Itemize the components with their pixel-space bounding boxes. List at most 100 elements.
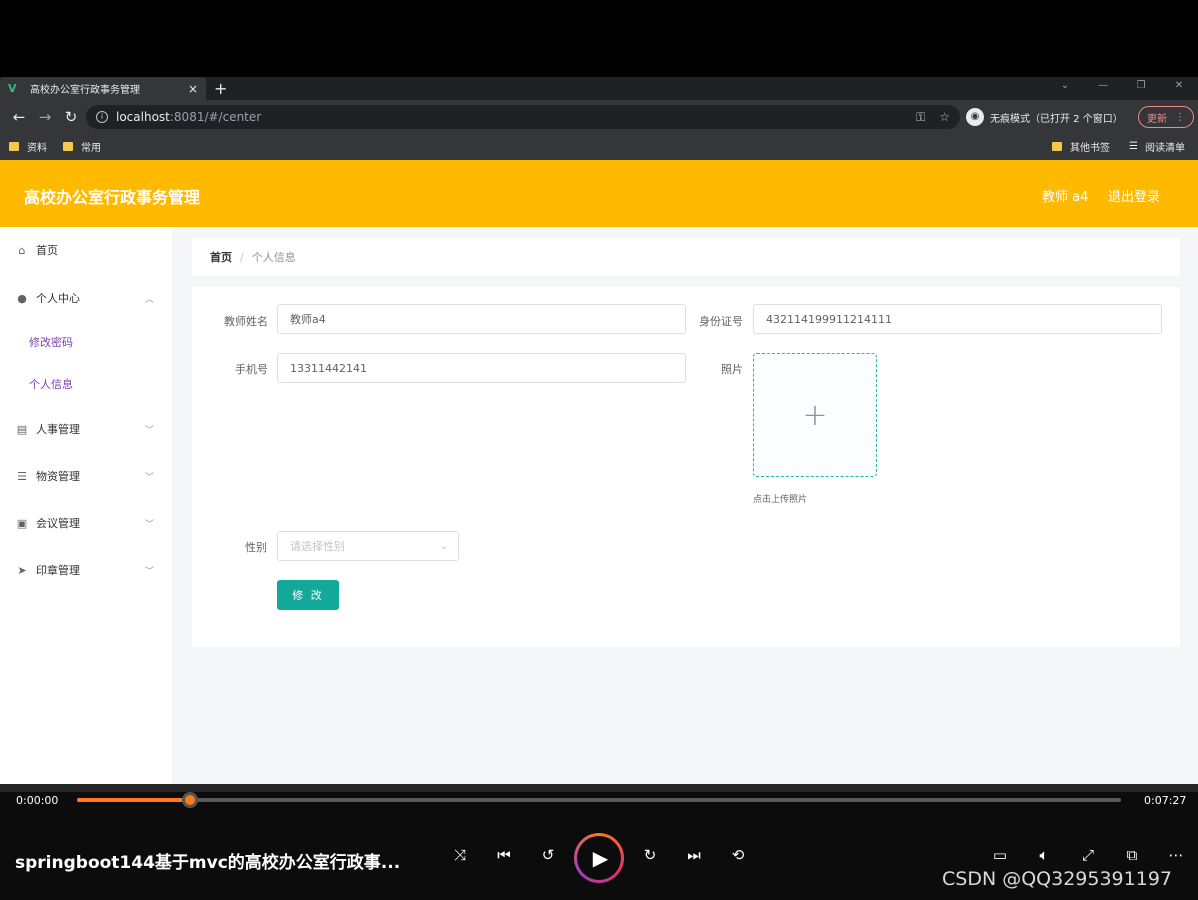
more-options-icon[interactable]: ⋯ bbox=[1164, 846, 1188, 864]
shuffle-icon[interactable]: ⤨ bbox=[448, 846, 472, 864]
web-app: 高校办公室行政事务管理 教师 a4 退出登录 ⌂ 首页 ● 个人中心 ︿ 修改密… bbox=[0, 160, 1198, 784]
send-icon: ➤ bbox=[17, 563, 27, 577]
player-divider bbox=[0, 784, 1198, 792]
sidebar-item-label: 物资管理 bbox=[36, 470, 80, 483]
reading-list[interactable]: ☰ 阅读清单 bbox=[1129, 139, 1185, 154]
chevron-up-icon: ︿ bbox=[144, 294, 154, 305]
app-title: 高校办公室行政事务管理 bbox=[24, 188, 201, 207]
current-time: 0:00:00 bbox=[16, 794, 59, 807]
home-icon: ⌂ bbox=[18, 243, 26, 257]
close-window-icon[interactable]: ✕ bbox=[1160, 77, 1198, 97]
gender-select[interactable]: 请选择性别 ⌄ bbox=[277, 531, 459, 561]
subtitles-icon[interactable]: ▭ bbox=[988, 846, 1012, 864]
chevron-down-icon: ﹀ bbox=[144, 472, 154, 483]
seek-bar-progress bbox=[77, 798, 190, 802]
app-header: 高校办公室行政事务管理 教师 a4 退出登录 bbox=[0, 160, 1198, 227]
reload-icon[interactable]: ↻ bbox=[58, 108, 84, 126]
sidebar-item-label: 人事管理 bbox=[36, 423, 80, 436]
repeat-off-icon[interactable]: ⟲ bbox=[726, 846, 750, 864]
incognito-label: 无痕模式（已打开 2 个窗口） bbox=[990, 113, 1123, 125]
name-label: 教师姓名 bbox=[224, 315, 268, 328]
incognito-indicator[interactable]: ◉ 无痕模式（已打开 2 个窗口） bbox=[966, 106, 1123, 128]
back-icon[interactable]: ← bbox=[6, 108, 32, 126]
sidebar-item-personal-center[interactable]: ● 个人中心 ︿ bbox=[0, 275, 172, 321]
sidebar: ⌂ 首页 ● 个人中心 ︿ 修改密码 个人信息 ▤ 人事管理 ﹀ ☰ 物资管理 … bbox=[0, 227, 172, 784]
folder-icon bbox=[1052, 142, 1062, 151]
breadcrumb: 首页 / 个人信息 bbox=[192, 238, 1180, 276]
clipboard-icon: ▤ bbox=[16, 422, 28, 436]
bookmark-star-icon[interactable]: ☆ bbox=[939, 110, 950, 125]
browser-tab[interactable]: V 高校办公室行政事务管理 × bbox=[0, 77, 206, 100]
sidebar-item-home[interactable]: ⌂ 首页 bbox=[0, 227, 172, 273]
seek-bar[interactable] bbox=[77, 792, 1121, 808]
new-tab-button[interactable]: + bbox=[214, 79, 227, 98]
user-icon: ● bbox=[17, 291, 27, 305]
folder-icon bbox=[63, 142, 73, 151]
submit-button[interactable]: 修 改 bbox=[277, 580, 339, 610]
photo-upload-hint: 点击上传照片 bbox=[753, 495, 808, 505]
chevron-down-icon: ⌄ bbox=[439, 540, 448, 552]
rewind-10-icon[interactable]: ↺ bbox=[536, 846, 560, 864]
bookmarks-bar: 资料 常用 其他书签 ☰ 阅读清单 bbox=[0, 134, 1198, 160]
tab-title: 高校办公室行政事务管理 bbox=[30, 85, 140, 96]
more-menu-icon: ⋮ bbox=[1175, 111, 1185, 123]
play-icon: ▶ bbox=[577, 836, 621, 880]
folder-icon bbox=[9, 142, 19, 151]
sidebar-item-materials[interactable]: ☰ 物资管理 ﹀ bbox=[0, 453, 172, 499]
sidebar-item-meetings[interactable]: ▣ 会议管理 ﹀ bbox=[0, 500, 172, 546]
chevron-down-icon: ﹀ bbox=[144, 425, 154, 436]
previous-icon[interactable]: ⏮ bbox=[492, 846, 516, 864]
total-time: 0:07:27 bbox=[1144, 794, 1187, 807]
phone-input[interactable]: 13311442141 bbox=[277, 353, 686, 383]
chevron-down-icon: ﹀ bbox=[144, 566, 154, 577]
reading-list-icon: ☰ bbox=[1129, 141, 1138, 152]
other-bookmarks[interactable]: 其他书签 bbox=[1052, 139, 1110, 154]
tab-search-icon[interactable]: ⌄ bbox=[1046, 77, 1084, 97]
update-button[interactable]: 更新 ⋮ bbox=[1138, 106, 1194, 128]
site-info-icon[interactable]: i bbox=[96, 111, 108, 123]
close-tab-icon[interactable]: × bbox=[188, 82, 198, 96]
restore-icon[interactable]: ❐ bbox=[1122, 77, 1160, 97]
seek-handle[interactable] bbox=[181, 792, 198, 808]
id-number-input[interactable]: 432114199911214111 bbox=[753, 304, 1162, 334]
photo-label: 照片 bbox=[721, 363, 743, 376]
sidebar-subitem-change-password[interactable]: 修改密码 bbox=[29, 334, 73, 350]
next-icon[interactable]: ⏭ bbox=[682, 846, 706, 864]
update-label: 更新 bbox=[1147, 113, 1167, 125]
name-input[interactable]: 教师a4 bbox=[277, 304, 686, 334]
id-number-label: 身份证号 bbox=[699, 315, 743, 328]
forward-icon[interactable]: → bbox=[32, 108, 58, 126]
vue-logo-icon: V bbox=[8, 81, 17, 95]
list-icon: ☰ bbox=[17, 469, 27, 483]
bookmark-folder[interactable]: 资料 bbox=[9, 139, 47, 154]
video-player-controls: 0:00:00 0:07:27 springboot144基于mvc的高校办公室… bbox=[0, 784, 1198, 900]
breadcrumb-home[interactable]: 首页 bbox=[210, 249, 232, 265]
sidebar-item-label: 个人中心 bbox=[36, 292, 80, 305]
bookmark-folder[interactable]: 常用 bbox=[63, 139, 101, 154]
fullscreen-icon[interactable]: ⤢ bbox=[1076, 846, 1100, 864]
sidebar-item-personnel[interactable]: ▤ 人事管理 ﹀ bbox=[0, 406, 172, 452]
photo-upload[interactable]: + bbox=[753, 353, 877, 477]
sidebar-item-label: 会议管理 bbox=[36, 517, 80, 530]
play-button[interactable]: ▶ bbox=[574, 833, 624, 883]
mini-player-icon[interactable]: ⧉ bbox=[1120, 846, 1144, 864]
minimize-icon[interactable]: — bbox=[1084, 77, 1122, 97]
chevron-down-icon: ﹀ bbox=[144, 519, 154, 530]
sidebar-item-label: 首页 bbox=[36, 244, 58, 257]
url-bar[interactable]: i localhost :8081/#/center ⚿ ☆ bbox=[86, 105, 960, 129]
sidebar-subitem-personal-info[interactable]: 个人信息 bbox=[29, 376, 73, 392]
bookmark-label: 常用 bbox=[81, 143, 101, 154]
watermark-text: CSDN @QQ3295391197 bbox=[942, 868, 1173, 890]
key-icon[interactable]: ⚿ bbox=[916, 110, 925, 125]
bookmark-label: 资料 bbox=[27, 143, 47, 154]
volume-icon[interactable]: 🔈︎ bbox=[1032, 846, 1056, 864]
screen: V 高校办公室行政事务管理 × + ⌄ — ❐ ✕ ← → ↻ i localh… bbox=[0, 0, 1198, 900]
browser-tab-bar: V 高校办公室行政事务管理 × + ⌄ — ❐ ✕ bbox=[0, 77, 1198, 100]
sidebar-item-seals[interactable]: ➤ 印章管理 ﹀ bbox=[0, 547, 172, 593]
plus-icon: + bbox=[802, 397, 828, 433]
logout-link[interactable]: 退出登录 bbox=[1108, 186, 1160, 205]
incognito-icon: ◉ bbox=[966, 108, 984, 126]
forward-30-icon[interactable]: ↻ bbox=[638, 846, 662, 864]
breadcrumb-separator: / bbox=[240, 250, 244, 264]
current-user: 教师 a4 bbox=[1042, 190, 1089, 205]
